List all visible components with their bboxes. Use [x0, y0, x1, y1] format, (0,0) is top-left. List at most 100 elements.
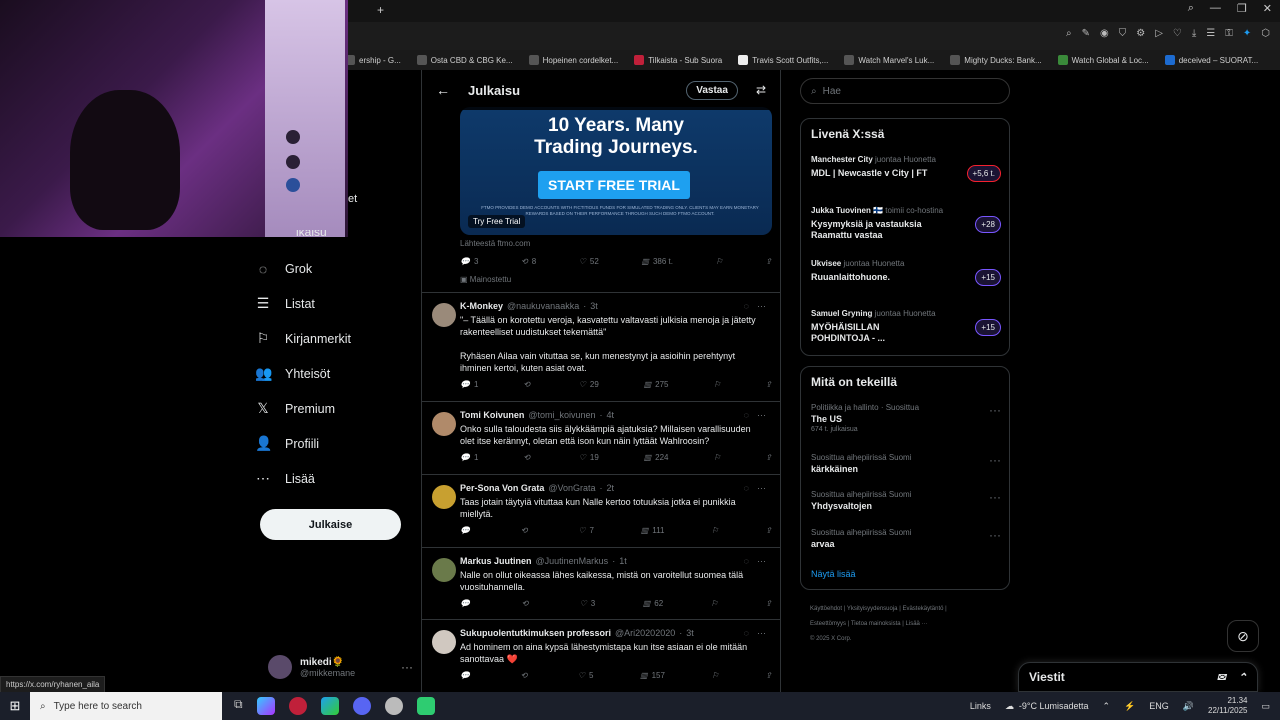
author-handle[interactable]: @naukuvanaakka	[507, 301, 579, 311]
views-button[interactable]: ▥ 62	[643, 599, 663, 608]
like-button[interactable]: ♡ 7	[578, 526, 594, 535]
chevron-up-icon[interactable]: ⌃	[1103, 701, 1111, 712]
repost-button[interactable]: ⟲	[523, 453, 534, 462]
bookmark-button[interactable]: ⚐	[713, 453, 720, 462]
bookmark-item[interactable]: Watch Global & Loc...	[1057, 55, 1149, 65]
ad-source[interactable]: Lähteestä ftmo.com	[460, 239, 530, 248]
sidebar-item-communities[interactable]: 👥 Yhteisöt	[255, 356, 415, 391]
heart-icon[interactable]: ♡	[1173, 28, 1182, 39]
live-item[interactable]: Ukvisee juontaa Huonetta Ruuanlaittohuon…	[811, 259, 1001, 286]
reply-button[interactable]: Vastaa	[686, 80, 738, 100]
views-button[interactable]: ▥ 111	[641, 526, 665, 535]
app-icon[interactable]	[384, 697, 403, 715]
repost-button[interactable]: ⟲	[521, 671, 532, 680]
views-button[interactable]: ▥ 157	[640, 671, 665, 680]
reply-button[interactable]: 💬 1	[460, 453, 478, 462]
grok-icon[interactable]: ◌	[744, 410, 749, 420]
avatar[interactable]	[432, 303, 456, 327]
footer-link[interactable]: Evästekäytäntö	[902, 606, 943, 612]
compose-message-icon[interactable]: ✉	[1217, 671, 1226, 684]
sidebar-item-more[interactable]: ⋯ Lisää	[255, 461, 415, 496]
reply-button[interactable]: 💬 3	[460, 257, 478, 266]
bookmark-item[interactable]: Mighty Ducks: Bank...	[950, 55, 1042, 65]
bookmark-button[interactable]: ⚐	[712, 671, 719, 680]
extension-icon-2[interactable]: ✦	[1243, 28, 1251, 39]
play-icon[interactable]: ▷	[1155, 28, 1163, 39]
clock[interactable]: 21.34 22/11/2025	[1208, 696, 1247, 716]
tweet[interactable]: Tomi Koivunen @tomi_koivunen · 4t ◌ ··· Onko s…	[422, 401, 780, 462]
task-view-icon[interactable]: ⧉	[234, 697, 243, 715]
like-button[interactable]: ♡ 52	[579, 257, 599, 266]
avatar[interactable]	[432, 630, 456, 654]
more-icon[interactable]: ···	[989, 490, 1001, 504]
extension-icon[interactable]: ⚙	[1136, 28, 1145, 39]
windows-start-icon[interactable]: ⊞	[0, 698, 30, 714]
more-icon[interactable]: ···	[757, 301, 766, 311]
grok-icon[interactable]: ⊘	[1227, 620, 1259, 652]
trend-item[interactable]: Suosittua aihepiirissä Suomi kärkkäinen ··…	[811, 453, 1001, 474]
minimize-button[interactable]: —	[1210, 2, 1221, 15]
author-name[interactable]: Per-Sona Von Grata	[460, 483, 544, 493]
bookmark-button[interactable]: ⚐	[713, 380, 720, 389]
repost-button[interactable]: ⟲	[521, 526, 532, 535]
author-handle[interactable]: @tomi_koivunen	[528, 410, 595, 420]
footer-link[interactable]: Tietoa mainoksista	[851, 621, 901, 627]
sidebar-item-lists[interactable]: ☰ Listat	[255, 286, 415, 321]
views-button[interactable]: ▥ 224	[644, 453, 669, 462]
avatar[interactable]	[432, 558, 456, 582]
tweet[interactable]: K-Monkey @naukuvanaakka · 3t ◌ ··· "– Täällä o…	[422, 292, 780, 389]
share-button[interactable]: ⇪	[765, 453, 772, 462]
more-icon[interactable]: ···	[989, 528, 1001, 542]
tweet[interactable]: Per-Sona Von Grata @VonGrata · 2t ◌ ··· Taas j…	[422, 474, 780, 535]
more-icon[interactable]: ···	[757, 483, 766, 493]
trend-item[interactable]: Politiikka ja hallinto · Suosittua The US…	[811, 403, 1001, 433]
chevron-up-icon[interactable]: ⌃	[1238, 671, 1247, 684]
ad-cta-button[interactable]: START FREE TRIAL	[538, 171, 690, 199]
taskbar-search-input[interactable]: ⌕ Type here to search	[30, 692, 222, 720]
new-tab-button[interactable]: +	[377, 3, 384, 17]
like-button[interactable]: ♡ 5	[578, 671, 594, 680]
avatar[interactable]	[432, 412, 456, 436]
author-name[interactable]: K-Monkey	[460, 301, 503, 311]
app-icon[interactable]	[416, 697, 435, 715]
like-button[interactable]: ♡ 3	[580, 599, 596, 608]
opera-icon[interactable]	[288, 697, 307, 715]
author-handle[interactable]: @JuutinenMarkus	[536, 556, 609, 566]
share-button[interactable]: ⇪	[765, 526, 772, 535]
share-button[interactable]: ⇪	[765, 380, 772, 389]
zoom-icon[interactable]: ⌕	[1066, 28, 1072, 39]
bookmark-item[interactable]: Osta CBD & CBG Ke...	[416, 55, 513, 65]
tweet[interactable]: Sukupuolentutkimuksen professori @Ari2020…	[422, 619, 780, 680]
repost-button[interactable]: ⟲ 8	[521, 257, 536, 266]
footer-link[interactable]: Esteettömyys	[810, 621, 846, 627]
grok-icon[interactable]: ◌	[744, 556, 749, 566]
bookmark-item[interactable]: Travis Scott Outfits,...	[738, 55, 828, 65]
views-button[interactable]: ▥ 386 t.	[641, 257, 673, 266]
shield-icon[interactable]: ⛉	[1119, 28, 1127, 39]
footer-link[interactable]: Käyttöehdot	[810, 606, 842, 612]
more-icon[interactable]: ···	[989, 453, 1001, 467]
bookmark-button[interactable]: ⚐	[711, 599, 718, 608]
avatar[interactable]	[432, 485, 456, 509]
menu-icon[interactable]: ☰	[1206, 28, 1215, 39]
account-switcher[interactable]: mikedi🌻 @mikkemane ···	[268, 652, 413, 682]
restore-button[interactable]: ❐	[1237, 2, 1247, 15]
share-button[interactable]: ⇪	[765, 599, 772, 608]
cube-icon[interactable]: ⬡	[1261, 28, 1270, 39]
download-icon[interactable]: ⤓	[1192, 28, 1196, 39]
timestamp[interactable]: 4t	[607, 410, 615, 420]
grok-icon[interactable]: ◌	[744, 483, 749, 493]
notification-icon[interactable]: ▭	[1261, 701, 1270, 712]
discord-icon[interactable]	[352, 697, 371, 715]
ad-badge[interactable]: Try Free Trial	[468, 215, 526, 228]
close-button[interactable]: ✕	[1263, 2, 1272, 15]
trend-item[interactable]: Suosittua aihepiirissä Suomi Yhdysvaltoje…	[811, 490, 1001, 511]
more-icon[interactable]: ···	[401, 660, 413, 674]
back-arrow-icon[interactable]: ←	[436, 82, 450, 98]
more-icon[interactable]: ···	[757, 628, 766, 638]
search-icon[interactable]: ⌕	[1188, 2, 1194, 15]
show-more-link[interactable]: Näytä lisää	[811, 569, 856, 579]
share-button[interactable]: ⇪	[765, 671, 772, 680]
timestamp[interactable]: 1t	[619, 556, 627, 566]
sidebar-item-bookmarks[interactable]: ⚐ Kirjanmerkit	[255, 321, 415, 356]
